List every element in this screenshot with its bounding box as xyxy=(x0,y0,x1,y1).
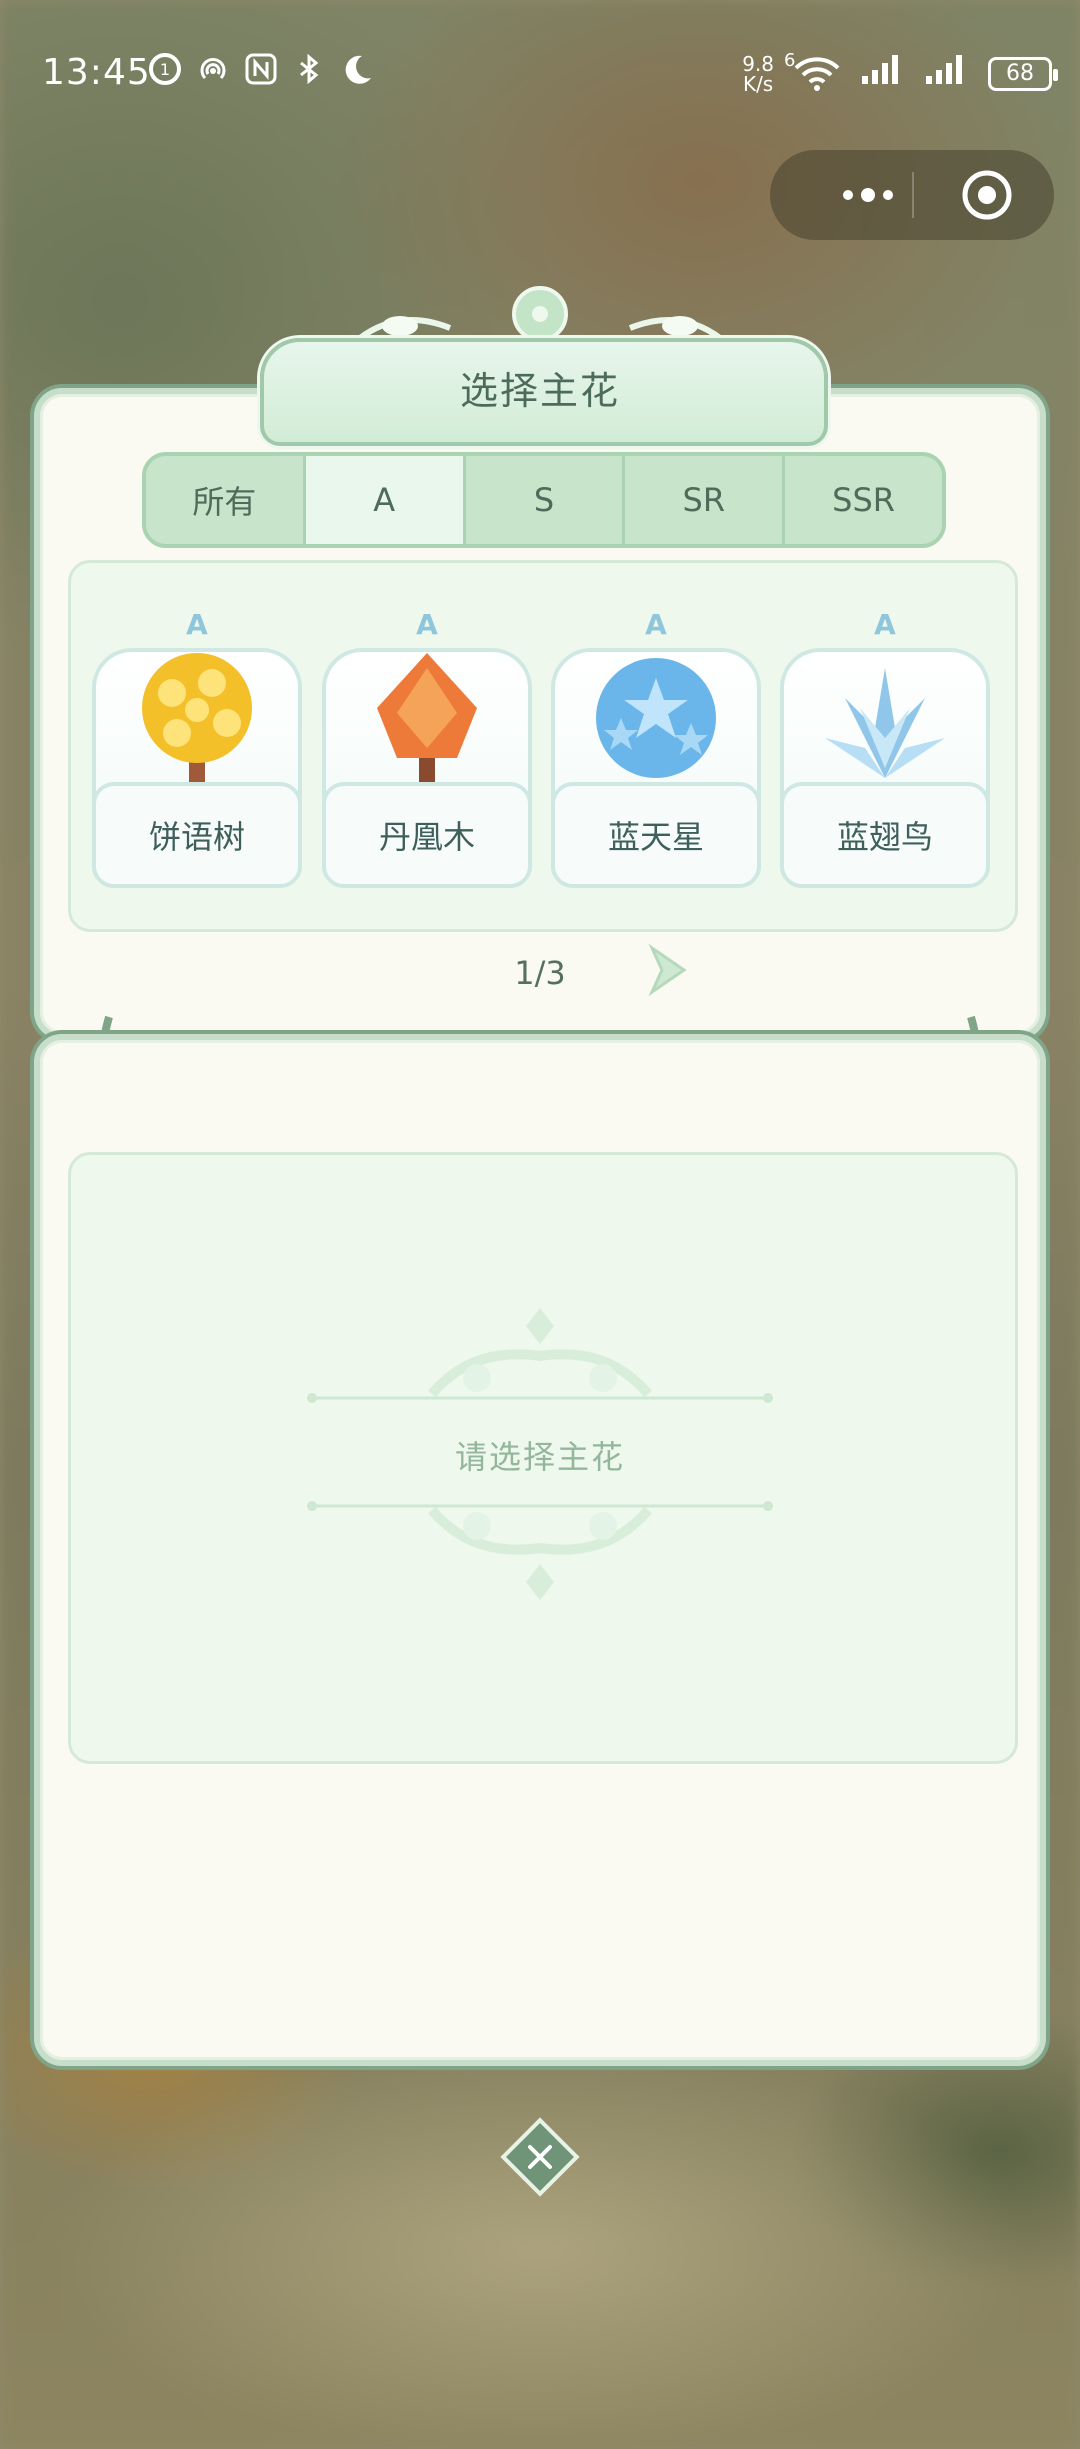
hotspot-icon xyxy=(196,52,230,86)
flower-name: 饼语树 xyxy=(92,782,302,888)
flower-card-danhuangmu[interactable]: A 丹凰木 xyxy=(322,608,532,888)
status-icons-right: 9.8 K/s 6 68 xyxy=(742,50,1058,95)
bluetooth-icon xyxy=(292,52,326,86)
cellular-signal-2-icon xyxy=(924,52,970,95)
tab-a[interactable]: A xyxy=(302,456,463,544)
exit-mini-program-icon[interactable] xyxy=(960,168,1014,222)
battery-indicator: 68 xyxy=(988,56,1058,91)
network-speed-unit: K/s xyxy=(742,71,774,96)
yellow-flower-tree-icon xyxy=(142,653,252,783)
page-indicator: 1/3 xyxy=(514,954,566,992)
flower-name: 丹凰木 xyxy=(322,782,532,888)
network-speed-value: 9.8 xyxy=(742,51,774,76)
more-options-icon[interactable] xyxy=(830,170,910,220)
tab-ssr[interactable]: SSR xyxy=(782,456,942,544)
cellular-signal-1-icon xyxy=(860,52,906,95)
next-page-arrow-icon[interactable] xyxy=(646,944,690,996)
svg-text:1: 1 xyxy=(160,60,170,79)
flower-name: 蓝翅鸟 xyxy=(780,782,990,888)
close-dialog-button[interactable] xyxy=(500,2117,580,2197)
blue-bird-plant-icon xyxy=(825,668,945,778)
orange-leaf-tree-icon xyxy=(377,653,477,783)
flower-card-lantianxing[interactable]: A 蓝天星 xyxy=(551,608,761,888)
wifi-standard-label: 6 xyxy=(784,49,796,71)
dialog-title: 选择主花 xyxy=(459,369,620,413)
do-not-disturb-moon-icon xyxy=(340,52,374,86)
flower-card-lanchiniao[interactable]: A 蓝翅鸟 xyxy=(780,608,990,888)
tab-sr[interactable]: SR xyxy=(622,456,782,544)
tab-s[interactable]: S xyxy=(462,456,623,544)
tab-all[interactable]: 所有 xyxy=(146,456,303,544)
grade-filter-tabs: 所有 A S SR SSR xyxy=(142,452,946,548)
capsule-divider xyxy=(912,172,914,218)
nfc-icon xyxy=(244,52,278,86)
flower-card-bingyushu[interactable]: A 饼语树 xyxy=(92,608,302,888)
wifi-icon: 6 xyxy=(784,50,842,92)
network-speed: 9.8 K/s xyxy=(742,54,774,94)
mini-program-capsule xyxy=(770,150,1054,240)
status-time: 13:45 xyxy=(42,52,151,93)
status-bar: 13:45 1 9.8 K/s 6 68 xyxy=(0,0,1080,150)
blue-star-flower-icon xyxy=(596,658,716,778)
status-icons-left: 1 xyxy=(148,52,374,86)
empty-state-prompt: 请选择主花 xyxy=(454,1438,625,1476)
notification-badge-icon: 1 xyxy=(148,52,182,86)
flower-name: 蓝天星 xyxy=(551,782,761,888)
